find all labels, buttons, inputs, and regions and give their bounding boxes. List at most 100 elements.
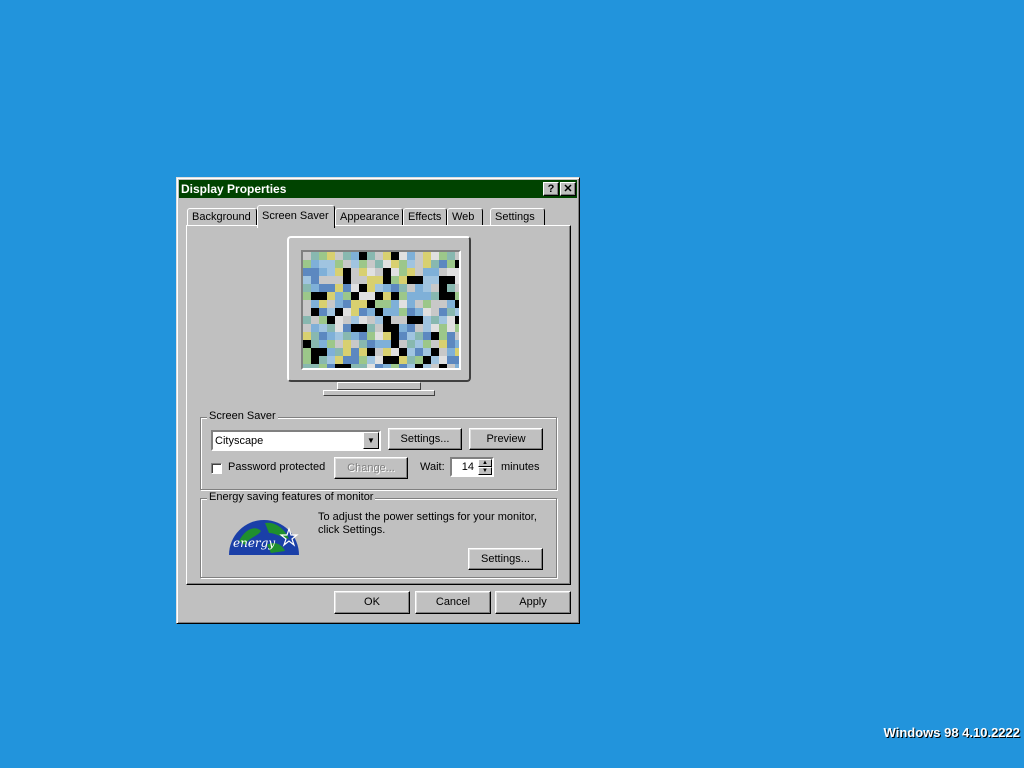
preview-tile — [455, 308, 459, 316]
preview-tile — [383, 316, 391, 324]
preview-tile — [367, 284, 375, 292]
tab-label: Appearance — [340, 211, 400, 223]
preview-tile — [367, 300, 375, 308]
wait-minutes-input[interactable]: 14 ▲ ▼ — [450, 457, 494, 477]
preview-tile — [391, 292, 399, 300]
tab-web[interactable]: Web — [447, 208, 483, 226]
preview-tile — [335, 260, 343, 268]
preview-tile — [351, 260, 359, 268]
preview-tile — [391, 260, 399, 268]
preview-tile — [399, 276, 407, 284]
preview-tile — [439, 292, 447, 300]
preview-tile — [303, 308, 311, 316]
preview-tile — [455, 364, 459, 368]
preview-tile — [303, 260, 311, 268]
tab-settings[interactable]: Settings — [490, 208, 545, 226]
preview-tile — [351, 268, 359, 276]
preview-tile — [455, 268, 459, 276]
preview-tile — [423, 308, 431, 316]
preview-tile — [391, 300, 399, 308]
tab-appearance[interactable]: Appearance — [335, 208, 403, 226]
preview-tile — [423, 332, 431, 340]
energy-group-label: Energy saving features of monitor — [207, 491, 376, 503]
preview-tile — [311, 308, 319, 316]
preview-tile — [319, 276, 327, 284]
preview-tile — [391, 324, 399, 332]
screen-saver-select[interactable]: Cityscape ▼ — [211, 430, 381, 451]
preview-tile — [343, 332, 351, 340]
preview-tile — [431, 348, 439, 356]
screen-saver-settings-button[interactable]: Settings... — [388, 428, 462, 450]
preview-tile — [335, 332, 343, 340]
tab-background[interactable]: Background — [187, 208, 257, 226]
password-protected-checkbox[interactable] — [211, 463, 222, 474]
close-button[interactable]: ✕ — [560, 182, 576, 196]
screen-saver-group: Screen Saver Cityscape ▼ Settings... Pre… — [200, 410, 557, 490]
energy-settings-button[interactable]: Settings... — [468, 548, 543, 570]
preview-tile — [367, 260, 375, 268]
preview-tile — [335, 348, 343, 356]
preview-tile — [383, 260, 391, 268]
tab-label: Screen Saver — [262, 210, 329, 222]
button-label: Cancel — [435, 596, 471, 608]
preview-tile — [447, 324, 455, 332]
preview-button[interactable]: Preview — [469, 428, 543, 450]
preview-tile — [359, 300, 367, 308]
preview-tile — [343, 276, 351, 284]
preview-tile — [391, 316, 399, 324]
preview-tile — [367, 276, 375, 284]
preview-tile — [455, 324, 459, 332]
preview-tile — [439, 268, 447, 276]
preview-tile — [327, 268, 335, 276]
preview-tile — [383, 332, 391, 340]
preview-tile — [311, 348, 319, 356]
chevron-down-icon[interactable]: ▼ — [363, 432, 379, 449]
preview-tile — [399, 324, 407, 332]
preview-tile — [327, 316, 335, 324]
preview-tile — [415, 260, 423, 268]
title-bar[interactable]: Display Properties ? ✕ — [179, 180, 577, 198]
spin-down-icon[interactable]: ▼ — [478, 467, 492, 475]
preview-tile — [335, 308, 343, 316]
preview-tile — [375, 260, 383, 268]
help-button[interactable]: ? — [543, 182, 559, 196]
preview-tile — [319, 364, 327, 368]
tab-screen-saver[interactable]: Screen Saver — [257, 205, 335, 228]
preview-tile — [423, 324, 431, 332]
preview-tile — [335, 292, 343, 300]
preview-tile — [359, 332, 367, 340]
preview-tile — [303, 276, 311, 284]
cancel-button[interactable]: Cancel — [415, 591, 491, 614]
wait-label: Wait: — [420, 461, 445, 473]
preview-tile — [359, 316, 367, 324]
ok-button[interactable]: OK — [334, 591, 410, 614]
preview-tile — [359, 276, 367, 284]
preview-tile — [447, 284, 455, 292]
preview-tile — [399, 332, 407, 340]
preview-tile — [455, 276, 459, 284]
preview-tile — [311, 300, 319, 308]
change-password-button[interactable]: Change... — [334, 457, 408, 479]
preview-tile — [319, 348, 327, 356]
spin-up-icon[interactable]: ▲ — [478, 459, 492, 467]
preview-tile — [303, 324, 311, 332]
display-properties-window: Display Properties ? ✕ Background Screen… — [176, 177, 580, 624]
button-label: Settings... — [481, 553, 530, 565]
preview-tile — [335, 252, 343, 260]
button-label: Change... — [347, 462, 395, 474]
preview-tile — [343, 340, 351, 348]
preview-tile — [359, 252, 367, 260]
preview-tile — [375, 364, 383, 368]
preview-tile — [423, 300, 431, 308]
preview-tile — [375, 252, 383, 260]
preview-tile — [431, 252, 439, 260]
preview-tile — [303, 340, 311, 348]
tab-label: Web — [452, 211, 475, 223]
preview-tile — [343, 308, 351, 316]
preview-tile — [431, 276, 439, 284]
tab-effects[interactable]: Effects — [403, 208, 447, 226]
apply-button[interactable]: Apply — [495, 591, 571, 614]
preview-tile — [415, 316, 423, 324]
password-protected-label: Password protected — [228, 461, 326, 473]
preview-tile — [423, 292, 431, 300]
